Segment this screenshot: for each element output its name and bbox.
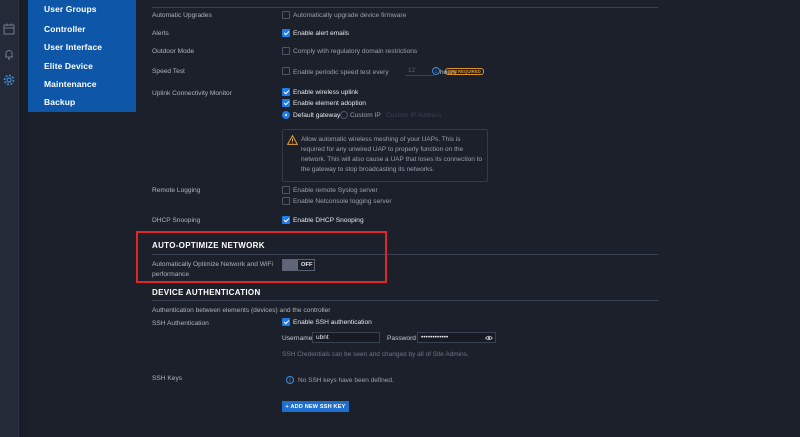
netconsole-checkbox[interactable] xyxy=(282,197,290,205)
device-auth-description: Authentication between elements (devices… xyxy=(152,307,331,314)
speed-test-label: Speed Test xyxy=(152,68,185,75)
submenu-item-user-interface[interactable]: User Interface xyxy=(44,42,102,52)
no-ssh-keys-text: No SSH keys have been defined. xyxy=(298,377,394,384)
alerts-checkbox[interactable] xyxy=(282,29,290,37)
wireless-uplink-checkbox[interactable] xyxy=(282,88,290,96)
automatic-upgrades-label: Automatic Upgrades xyxy=(152,12,212,19)
add-ssh-key-button[interactable]: + ADD NEW SSH KEY xyxy=(282,401,349,412)
outdoor-mode-label: Outdoor Mode xyxy=(152,48,195,55)
device-auth-title: DEVICE AUTHENTICATION xyxy=(152,288,261,297)
default-gateway-text: Default gateway xyxy=(293,112,341,119)
dhcp-snooping-checkbox[interactable] xyxy=(282,216,290,224)
alerts-label: Alerts xyxy=(152,30,169,37)
dhcp-snooping-label: DHCP Snooping xyxy=(152,217,201,224)
password-label: Password xyxy=(387,335,416,342)
eye-icon[interactable] xyxy=(485,335,493,341)
uplink-monitor-label: Uplink Connectivity Monitor xyxy=(152,90,232,97)
wireless-uplink-text: Enable wireless uplink xyxy=(293,89,359,96)
automatic-upgrades-checkbox[interactable] xyxy=(282,11,290,19)
outdoor-mode-checkbox[interactable] xyxy=(282,47,290,55)
calendar-icon[interactable] xyxy=(2,22,16,36)
no-ssh-keys-notice: i No SSH keys have been defined. xyxy=(282,372,482,389)
submenu-item-elite-device[interactable]: Elite Device xyxy=(44,61,93,71)
submenu-item-backup[interactable]: Backup xyxy=(44,97,75,107)
ssh-required-badge: SSH REQUIRED xyxy=(445,68,484,75)
ssh-credentials-hint: SSH Credentials can be seen and changed … xyxy=(282,351,469,358)
submenu-item-controller[interactable]: Controller xyxy=(44,24,86,34)
dhcp-snooping-text: Enable DHCP Snooping xyxy=(293,217,364,224)
default-gateway-radio[interactable] xyxy=(282,111,290,119)
mesh-warning-text: Allow automatic wireless meshing of your… xyxy=(301,136,483,173)
username-input[interactable] xyxy=(312,332,380,343)
custom-ip-text: Custom IP xyxy=(350,112,381,119)
settings-content: Automatic Upgrades Automatically upgrade… xyxy=(136,0,800,437)
netconsole-text: Enable Netconsole logging server xyxy=(293,198,392,205)
element-adoption-text: Enable element adoption xyxy=(293,100,366,107)
info-icon[interactable]: i xyxy=(432,67,440,75)
settings-submenu: User Groups Controller User Interface El… xyxy=(28,0,136,112)
info-icon: i xyxy=(286,376,294,384)
highlight-box xyxy=(136,231,387,283)
submenu-item-maintenance[interactable]: Maintenance xyxy=(44,79,97,89)
gear-icon[interactable] xyxy=(2,73,16,87)
nav-gutter xyxy=(19,0,28,437)
custom-ip-radio[interactable] xyxy=(340,111,348,119)
submenu-item-user-groups[interactable]: User Groups xyxy=(44,4,97,14)
element-adoption-checkbox[interactable] xyxy=(282,99,290,107)
speed-test-text: Enable periodic speed test every xyxy=(293,69,389,76)
divider xyxy=(152,300,658,301)
outdoor-mode-text: Comply with regulatory domain restrictio… xyxy=(293,48,418,55)
automatic-upgrades-text: Automatically upgrade device firmware xyxy=(293,12,407,19)
warning-icon xyxy=(287,135,298,145)
ssh-auth-text: Enable SSH authentication xyxy=(293,319,372,326)
ssh-auth-checkbox[interactable] xyxy=(282,318,290,326)
syslog-text: Enable remote Syslog server xyxy=(293,187,378,194)
username-label: Username xyxy=(282,335,313,342)
speed-test-checkbox[interactable] xyxy=(282,67,290,75)
speed-test-interval-input[interactable] xyxy=(406,65,434,76)
custom-ip-input[interactable]: Custom IP Address xyxy=(386,112,442,119)
mesh-warning-box: Allow automatic wireless meshing of your… xyxy=(282,129,488,182)
remote-logging-label: Remote Logging xyxy=(152,187,201,194)
alerts-text: Enable alert emails xyxy=(293,30,350,37)
ssh-keys-label: SSH Keys xyxy=(152,375,183,382)
ssh-auth-label: SSH Authentication xyxy=(152,320,209,327)
nav-rail xyxy=(0,0,19,437)
syslog-checkbox[interactable] xyxy=(282,186,290,194)
divider xyxy=(152,7,658,8)
bell-icon[interactable] xyxy=(2,47,16,61)
